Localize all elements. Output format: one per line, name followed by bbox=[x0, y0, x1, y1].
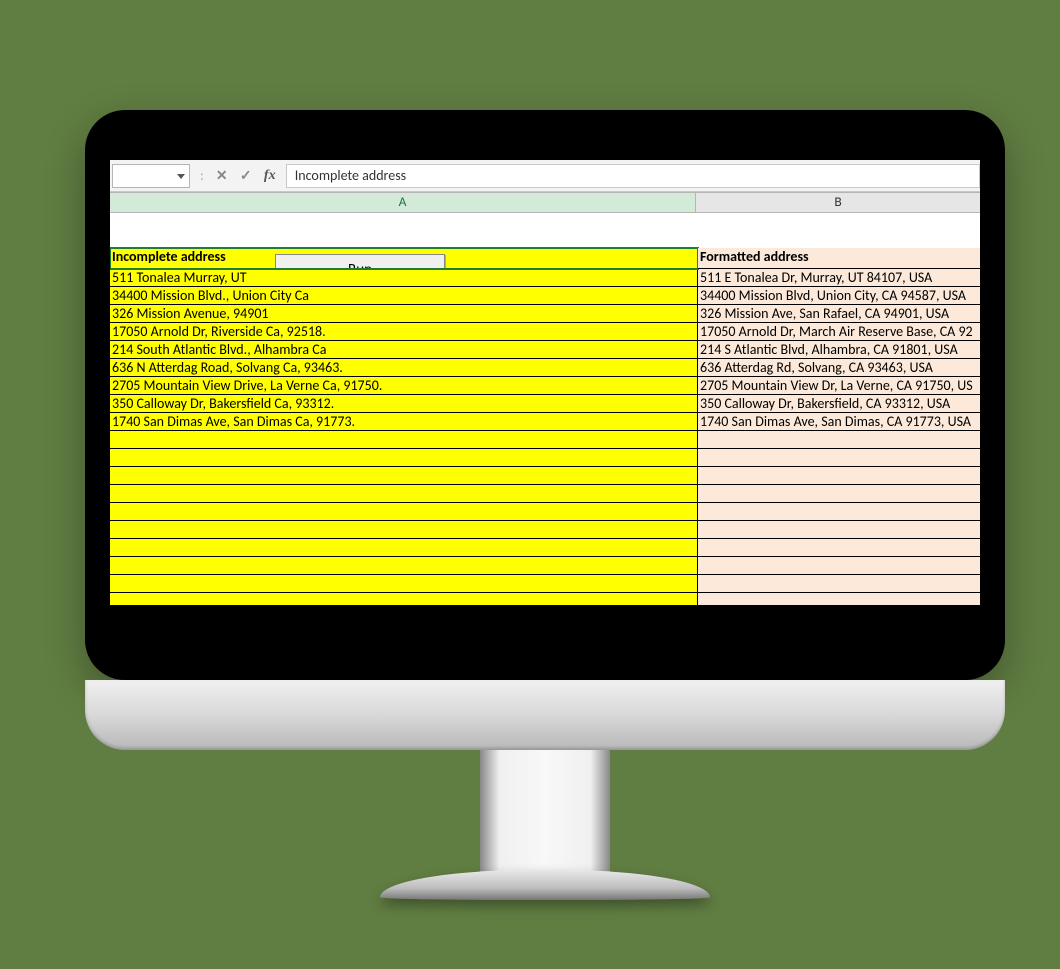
cell-b[interactable] bbox=[698, 521, 980, 539]
cell-b[interactable]: 2705 Mountain View Dr, La Verne, CA 9175… bbox=[698, 377, 980, 395]
cell-a[interactable]: 636 N Atterdag Road, Solvang Ca, 93463. bbox=[110, 359, 698, 377]
table-row: 17050 Arnold Dr, Riverside Ca, 92518.170… bbox=[110, 323, 980, 341]
cell-a-header[interactable]: Run Incomplete address bbox=[110, 248, 698, 269]
cell-b[interactable] bbox=[698, 503, 980, 521]
cell-b[interactable] bbox=[698, 593, 980, 605]
cell-b[interactable] bbox=[698, 539, 980, 557]
cell-a[interactable] bbox=[110, 431, 698, 449]
cell-a[interactable]: 1740 San Dimas Ave, San Dimas Ca, 91773. bbox=[110, 413, 698, 431]
formula-input[interactable]: Incomplete address bbox=[286, 164, 980, 188]
cell-a[interactable]: 17050 Arnold Dr, Riverside Ca, 92518. bbox=[110, 323, 698, 341]
cell-b[interactable]: 636 Atterdag Rd, Solvang, CA 93463, USA bbox=[698, 359, 980, 377]
cell-a[interactable]: 511 Tonalea Murray, UT bbox=[110, 269, 698, 287]
cell-b[interactable] bbox=[698, 557, 980, 575]
table-row bbox=[110, 575, 980, 593]
cell-b[interactable]: 17050 Arnold Dr, March Air Reserve Base,… bbox=[698, 323, 980, 341]
spreadsheet-grid: Run Incomplete address Formatted address… bbox=[110, 213, 980, 605]
table-row: 350 Calloway Dr, Bakersfield Ca, 93312.3… bbox=[110, 395, 980, 413]
cell-a[interactable] bbox=[110, 539, 698, 557]
table-row: 2705 Mountain View Drive, La Verne Ca, 9… bbox=[110, 377, 980, 395]
cell-b[interactable]: 350 Calloway Dr, Bakersfield, CA 93312, … bbox=[698, 395, 980, 413]
cell-b[interactable]: 1740 San Dimas Ave, San Dimas, CA 91773,… bbox=[698, 413, 980, 431]
header-row: Run Incomplete address Formatted address bbox=[110, 213, 980, 269]
table-row bbox=[110, 431, 980, 449]
fx-icon[interactable]: fx bbox=[258, 168, 282, 184]
run-button[interactable]: Run bbox=[275, 254, 445, 269]
column-header-a[interactable]: A bbox=[110, 193, 696, 212]
table-row: 326 Mission Avenue, 94901326 Mission Ave… bbox=[110, 305, 980, 323]
table-row bbox=[110, 521, 980, 539]
cell-b[interactable] bbox=[698, 431, 980, 449]
separator: : bbox=[194, 167, 210, 184]
table-row: 511 Tonalea Murray, UT511 E Tonalea Dr, … bbox=[110, 269, 980, 287]
table-row bbox=[110, 557, 980, 575]
cell-a[interactable]: 214 South Atlantic Blvd., Alhambra Ca bbox=[110, 341, 698, 359]
cell-a[interactable]: 326 Mission Avenue, 94901 bbox=[110, 305, 698, 323]
cell-b[interactable] bbox=[698, 449, 980, 467]
table-row bbox=[110, 503, 980, 521]
screen: : ✕ ✓ fx Incomplete address A B Run Inco… bbox=[110, 160, 980, 605]
header-label-b: Formatted address bbox=[700, 248, 809, 266]
cell-b[interactable] bbox=[698, 575, 980, 593]
cell-a[interactable] bbox=[110, 557, 698, 575]
cell-a[interactable]: 350 Calloway Dr, Bakersfield Ca, 93312. bbox=[110, 395, 698, 413]
cancel-icon[interactable]: ✕ bbox=[210, 167, 234, 184]
table-row bbox=[110, 593, 980, 605]
table-row: 34400 Mission Blvd., Union City Ca34400 … bbox=[110, 287, 980, 305]
cell-b[interactable] bbox=[698, 485, 980, 503]
cell-b[interactable] bbox=[698, 467, 980, 485]
cell-a[interactable] bbox=[110, 521, 698, 539]
monitor-stand-base bbox=[380, 870, 710, 900]
column-header-b[interactable]: B bbox=[696, 193, 980, 212]
column-headers: A B bbox=[110, 192, 980, 213]
table-row bbox=[110, 485, 980, 503]
cell-b[interactable]: 511 E Tonalea Dr, Murray, UT 84107, USA bbox=[698, 269, 980, 287]
cell-b[interactable]: 214 S Atlantic Blvd, Alhambra, CA 91801,… bbox=[698, 341, 980, 359]
monitor-chin bbox=[85, 680, 1005, 750]
table-row bbox=[110, 449, 980, 467]
table-row: 1740 San Dimas Ave, San Dimas Ca, 91773.… bbox=[110, 413, 980, 431]
cell-a[interactable] bbox=[110, 449, 698, 467]
cell-a[interactable] bbox=[110, 593, 698, 605]
cell-a[interactable]: 2705 Mountain View Drive, La Verne Ca, 9… bbox=[110, 377, 698, 395]
name-box[interactable] bbox=[112, 164, 190, 188]
monitor-bezel: : ✕ ✓ fx Incomplete address A B Run Inco… bbox=[85, 110, 1005, 680]
cell-b[interactable]: 326 Mission Ave, San Rafael, CA 94901, U… bbox=[698, 305, 980, 323]
cell-a[interactable] bbox=[110, 503, 698, 521]
table-row bbox=[110, 467, 980, 485]
cell-a[interactable] bbox=[110, 575, 698, 593]
formula-bar: : ✕ ✓ fx Incomplete address bbox=[110, 160, 980, 192]
cell-b[interactable]: 34400 Mission Blvd, Union City, CA 94587… bbox=[698, 287, 980, 305]
monitor-stand-neck bbox=[480, 745, 610, 885]
enter-icon[interactable]: ✓ bbox=[234, 167, 258, 184]
cell-a[interactable] bbox=[110, 485, 698, 503]
cell-a[interactable]: 34400 Mission Blvd., Union City Ca bbox=[110, 287, 698, 305]
table-row: 214 South Atlantic Blvd., Alhambra Ca214… bbox=[110, 341, 980, 359]
table-row bbox=[110, 539, 980, 557]
cell-b-header[interactable]: Formatted address bbox=[698, 248, 980, 269]
cell-a[interactable] bbox=[110, 467, 698, 485]
header-label-a: Incomplete address bbox=[112, 248, 226, 266]
table-row: 636 N Atterdag Road, Solvang Ca, 93463.6… bbox=[110, 359, 980, 377]
